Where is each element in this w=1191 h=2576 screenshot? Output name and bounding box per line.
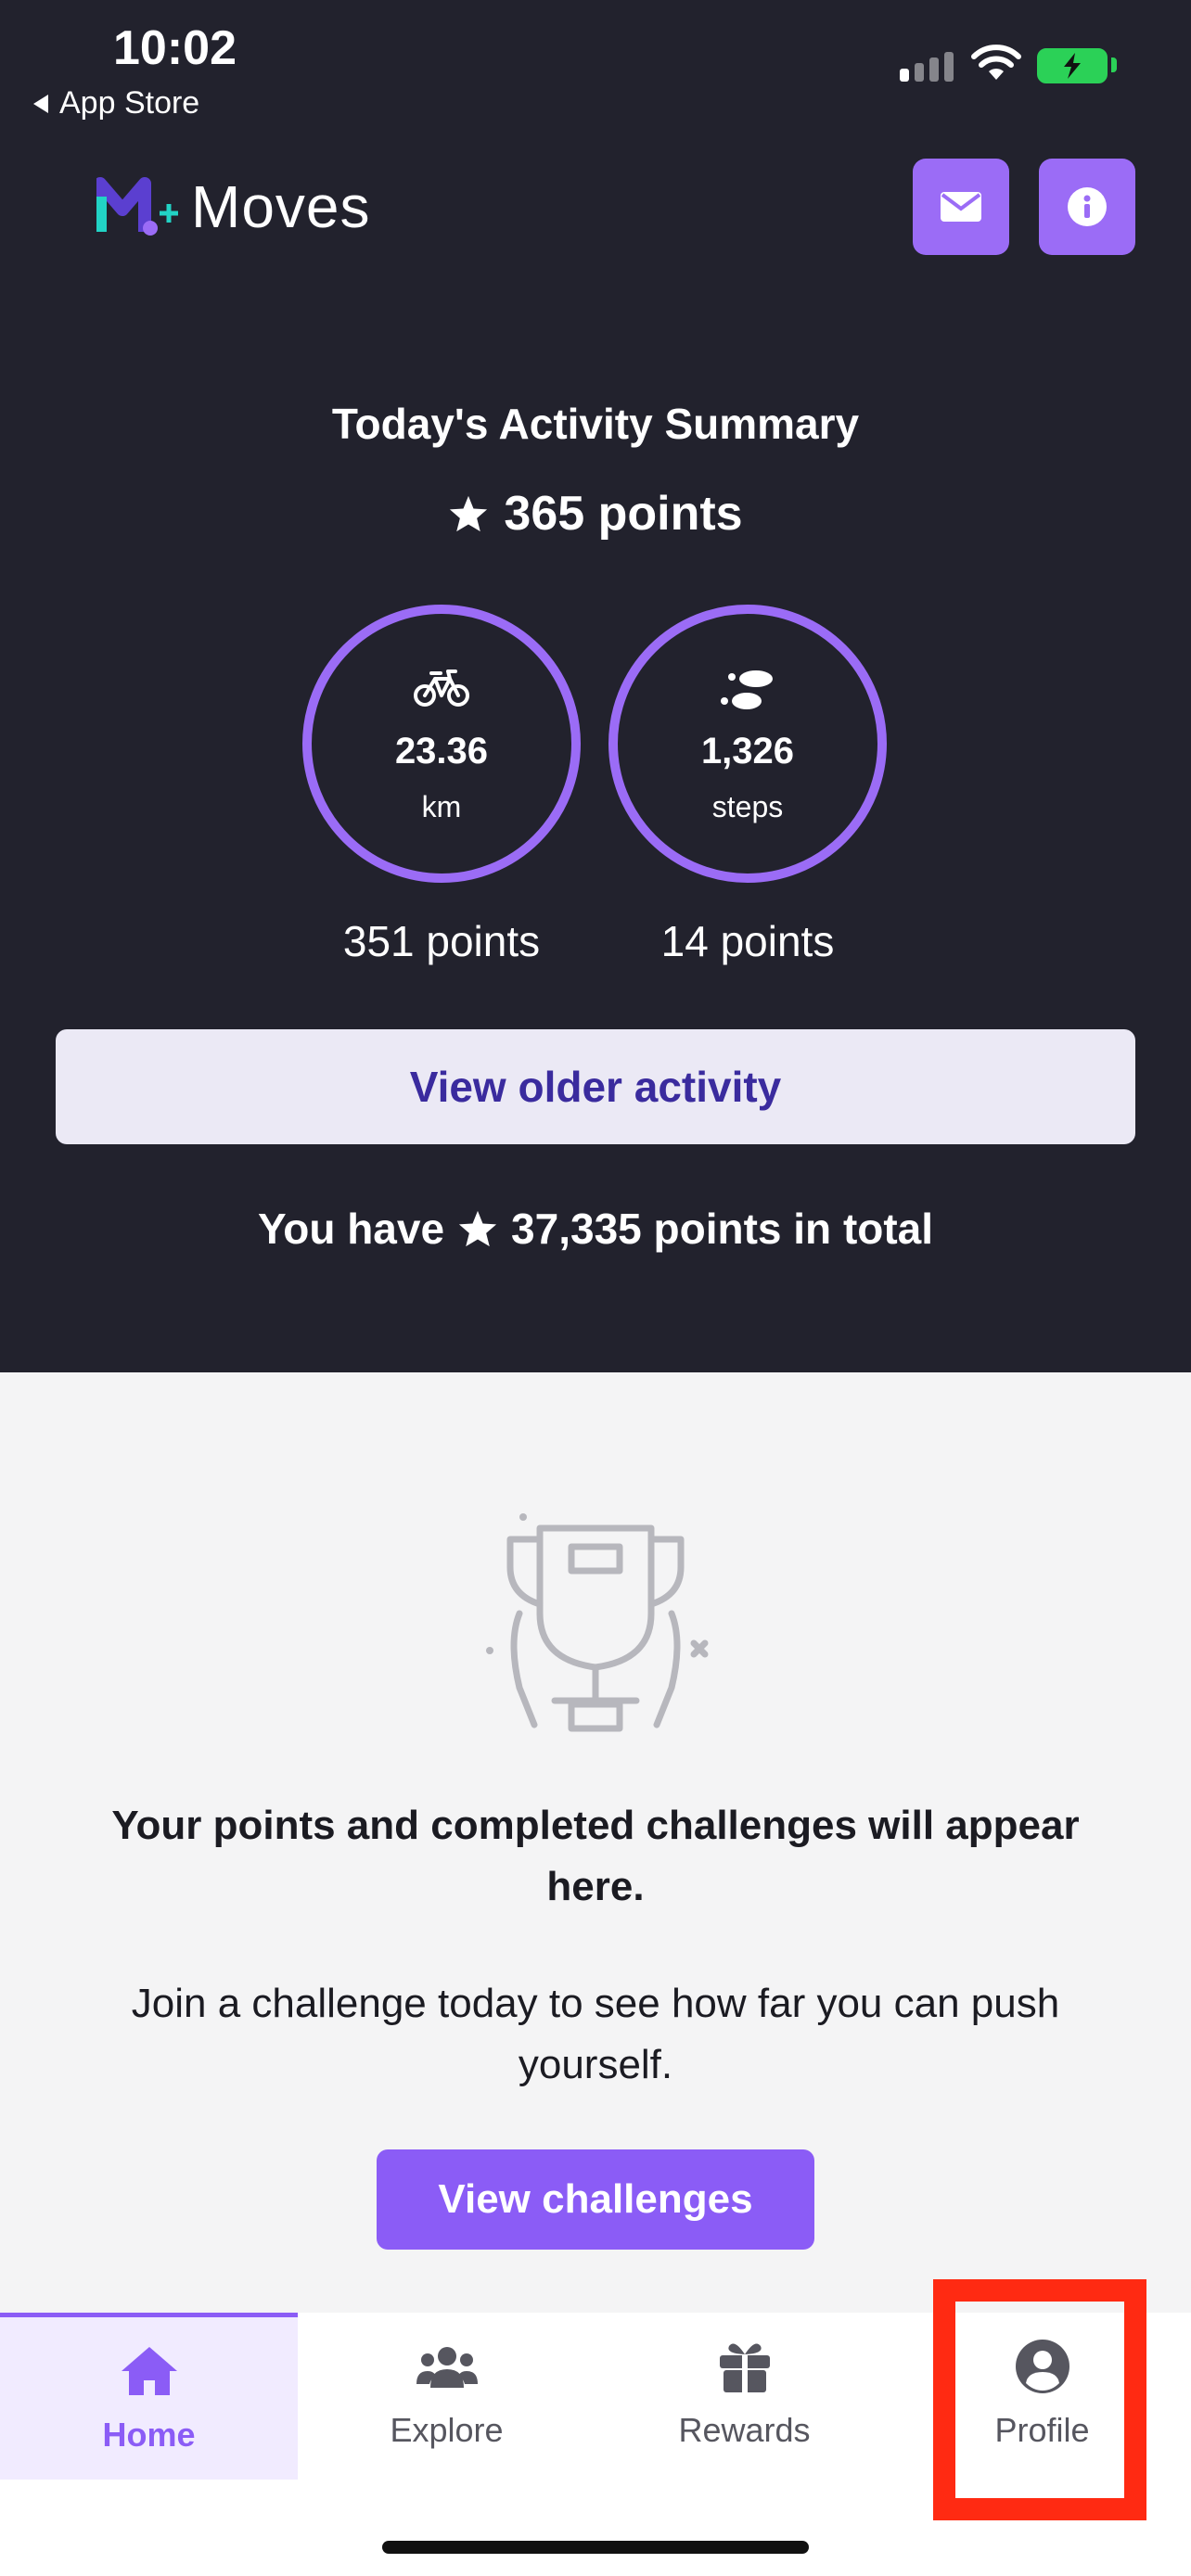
tab-explore-label: Explore xyxy=(390,2411,504,2449)
activity-header-section: 10:02 App Store Moves Today's Activity S… xyxy=(0,0,1191,1372)
tab-rewards-label: Rewards xyxy=(678,2411,811,2449)
battery-icon xyxy=(1037,48,1108,83)
bicycle-icon xyxy=(414,670,469,707)
tab-explore[interactable]: Explore xyxy=(298,2313,596,2480)
today-points: 365 points xyxy=(0,486,1191,542)
back-to-app-store[interactable]: App Store xyxy=(33,85,199,121)
back-app-label: App Store xyxy=(59,85,200,121)
people-icon xyxy=(416,2347,478,2388)
total-prefix: You have xyxy=(257,1205,445,1253)
distance-unit: km xyxy=(421,790,462,823)
star-icon xyxy=(450,495,488,532)
tab-home[interactable]: Home xyxy=(0,2313,298,2480)
today-points-value: 365 points xyxy=(504,487,743,541)
distance-value: 23.36 xyxy=(394,731,489,772)
logo-text: Moves xyxy=(191,173,371,240)
total-suffix: 37,335 points in total xyxy=(511,1205,934,1253)
steps-unit: steps xyxy=(711,790,784,823)
summary-title: Today's Activity Summary xyxy=(331,400,860,448)
steps-points: 14 points xyxy=(660,917,835,965)
tab-rewards[interactable]: Rewards xyxy=(596,2313,893,2480)
view-challenges-button[interactable]: View challenges xyxy=(377,2149,814,2250)
star-icon xyxy=(458,1210,497,1247)
home-indicator xyxy=(382,2541,809,2554)
footsteps-icon xyxy=(721,670,773,709)
steps-ring: 1,326 steps xyxy=(608,605,887,883)
profile-tab-highlight xyxy=(933,2279,1146,2520)
total-points: You have 37,335 points in total xyxy=(0,1204,1191,1254)
empty-state-subtitle: Join a challenge today to see how far yo… xyxy=(131,1981,1060,2087)
view-older-activity-button[interactable]: View older activity xyxy=(56,1029,1135,1144)
steps-value: 1,326 xyxy=(700,731,795,772)
moves-logo: Moves xyxy=(96,172,371,241)
battery-cap xyxy=(1111,57,1117,72)
back-arrow-icon xyxy=(33,94,48,113)
signal-icon xyxy=(900,52,954,82)
info-icon xyxy=(1068,187,1107,226)
gift-icon xyxy=(719,2343,770,2392)
empty-state-title: Your points and completed challenges wil… xyxy=(111,1803,1080,1909)
info-button[interactable] xyxy=(1039,159,1135,255)
trophy-icon xyxy=(486,1513,709,1732)
envelope-icon xyxy=(941,192,981,222)
home-icon xyxy=(121,2347,177,2395)
distance-points: 351 points xyxy=(342,917,541,965)
messages-button[interactable] xyxy=(913,159,1009,255)
distance-ring: 23.36 km xyxy=(302,605,581,883)
tab-home-label: Home xyxy=(102,2416,196,2454)
moves-logo-mark-icon xyxy=(96,177,178,236)
wifi-icon xyxy=(971,45,1021,80)
status-time: 10:02 xyxy=(113,21,237,75)
